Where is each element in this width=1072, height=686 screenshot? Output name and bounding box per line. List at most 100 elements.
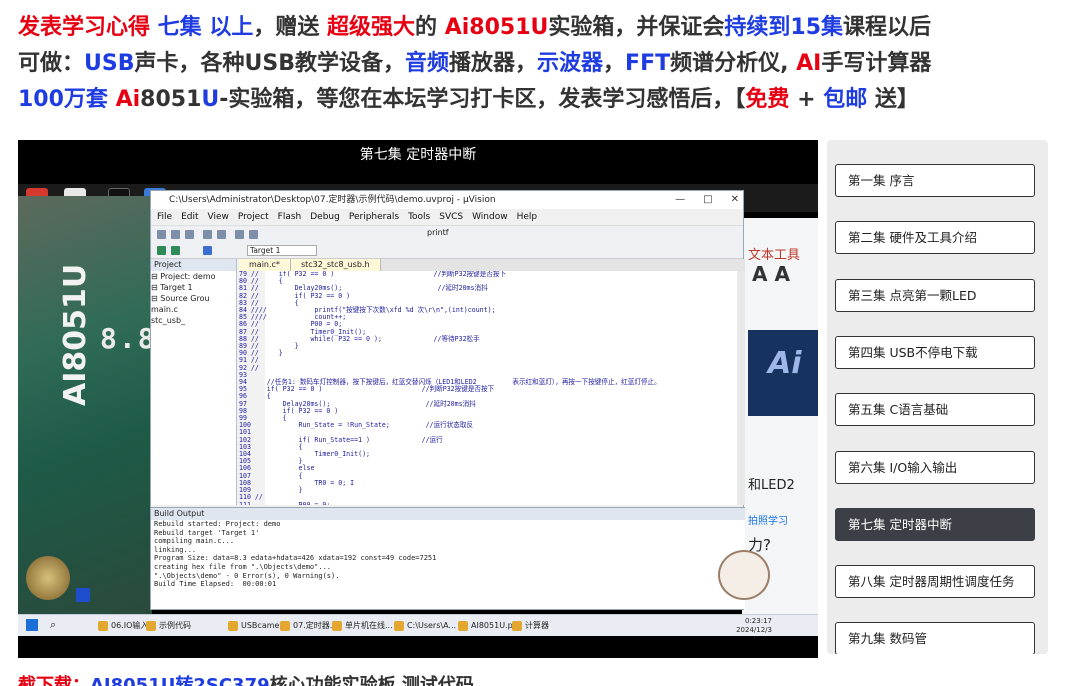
editor-tab[interactable]: stc32_stc8_usb.h bbox=[290, 259, 381, 271]
project-tree-item[interactable]: ⊟ Target 1 bbox=[151, 282, 236, 293]
menu-item-tools[interactable]: Tools bbox=[408, 212, 430, 222]
episode-item-2[interactable]: 第二集 硬件及工具介绍 bbox=[835, 221, 1035, 255]
redo-icon[interactable] bbox=[249, 230, 258, 239]
clock-time: 0:23:17 bbox=[745, 617, 772, 625]
open-icon[interactable] bbox=[171, 230, 180, 239]
menu-item-help[interactable]: Help bbox=[517, 212, 538, 222]
find-text[interactable]: printf bbox=[427, 228, 449, 237]
episode-item-5[interactable]: 第五集 C语言基础 bbox=[835, 393, 1035, 427]
build-output-panel[interactable]: Build Output Rebuild started: Project: d… bbox=[151, 507, 745, 609]
windows-taskbar[interactable]: ⌕ 0:23:17 2024/12/3 06.IO输入... 示例代码 USBcam… bbox=[18, 614, 818, 636]
headline-segment: ， bbox=[603, 51, 626, 76]
download-icon[interactable] bbox=[203, 246, 212, 255]
menu-item-debug[interactable]: Debug bbox=[310, 212, 340, 222]
window-controls[interactable]: — □ ✕ bbox=[657, 191, 739, 209]
menu-item-peripherals[interactable]: Peripherals bbox=[349, 212, 399, 222]
ide-toolbar[interactable]: printf Target 1 bbox=[151, 225, 743, 259]
headline-segment: 频谱分析仪, bbox=[670, 51, 797, 76]
new-file-icon[interactable] bbox=[157, 230, 166, 239]
menu-item-view[interactable]: View bbox=[208, 212, 229, 222]
taskbar-item[interactable]: 单片机在线... bbox=[332, 618, 393, 634]
episode-item-4[interactable]: 第四集 USB不停电下载 bbox=[835, 335, 1035, 369]
headline-segment: + bbox=[789, 87, 824, 112]
menu-item-svcs[interactable]: SVCS bbox=[439, 212, 463, 222]
board-label: AI8051U bbox=[58, 263, 93, 406]
episode-playlist: 第一集 序言 第二集 硬件及工具介绍 第三集 点亮第一颗LED 第四集 USB不停电下… bbox=[827, 140, 1048, 654]
headline-segment: 持续到15集 bbox=[724, 15, 844, 40]
menu-item-file[interactable]: File bbox=[157, 212, 172, 222]
target-select[interactable]: Target 1 bbox=[247, 245, 317, 256]
headline-segment: Ai bbox=[115, 87, 141, 112]
search-icon[interactable]: ⌕ bbox=[50, 618, 56, 632]
editor-scrollbar[interactable] bbox=[737, 271, 745, 505]
project-panel-header: Project bbox=[151, 259, 236, 271]
board-button bbox=[76, 588, 90, 602]
video-title: 第七集 定时器中断 bbox=[359, 147, 477, 163]
headline-segment: 包邮 bbox=[823, 87, 868, 112]
promo-headline: 发表学习心得 七集 以上，赠送 超级强大的 Ai8051U实验箱，并保证会持续到… bbox=[18, 10, 1058, 118]
menu-item-flash[interactable]: Flash bbox=[278, 212, 302, 222]
brand-block: Ai bbox=[748, 330, 818, 416]
headline-segment: Ai8051U bbox=[444, 15, 549, 40]
project-tree[interactable]: ⊟ Project: demo ⊟ Target 1 ⊟ Source Grou… bbox=[151, 271, 236, 326]
video-controls-area[interactable] bbox=[18, 636, 818, 658]
clock-date: 2024/12/3 bbox=[736, 626, 772, 634]
project-tree-item[interactable]: stc_usb_ bbox=[151, 315, 236, 326]
taskbar-item[interactable]: 计算器 bbox=[512, 618, 549, 634]
rebuild-icon[interactable] bbox=[171, 246, 180, 255]
headline-segment: USB bbox=[84, 51, 135, 76]
episode-item-8[interactable]: 第八集 定时器周期性调度任务 bbox=[835, 565, 1035, 599]
editor-tab[interactable]: main.c* bbox=[239, 259, 291, 271]
episode-item-1[interactable]: 第一集 序言 bbox=[835, 164, 1035, 197]
save-icon[interactable] bbox=[185, 230, 194, 239]
headline-segment: 示波器 bbox=[537, 51, 604, 76]
build-icon[interactable] bbox=[157, 246, 166, 255]
taskbar-item[interactable]: 07.定时器... bbox=[280, 618, 337, 634]
headline-segment: 8051 bbox=[140, 87, 202, 112]
project-panel[interactable]: Project ⊟ Project: demo ⊟ Target 1 ⊟ Sou… bbox=[151, 259, 237, 505]
headline-segment: 课程以后 bbox=[843, 15, 932, 40]
episode-item-3[interactable]: 第三集 点亮第一颗LED bbox=[835, 278, 1035, 312]
episode-item-6[interactable]: 第六集 I/O输入输出 bbox=[835, 450, 1035, 484]
code-editor[interactable]: main.c* stc32_stc8_usb.h 79 // if( P32 ==… bbox=[239, 259, 745, 505]
headline-segment: 送】 bbox=[867, 87, 919, 112]
headline-segment: U bbox=[201, 87, 220, 112]
headline-segment: AI bbox=[796, 51, 822, 76]
editor-tabs[interactable]: main.c* stc32_stc8_usb.h bbox=[239, 259, 745, 271]
headline-segment: 免费 bbox=[745, 87, 790, 112]
headline-segment: 手写计算器 bbox=[821, 51, 932, 76]
cut-icon[interactable] bbox=[203, 230, 212, 239]
taskbar-item[interactable]: 示例代码 bbox=[146, 618, 191, 634]
ide-title: C:\Users\Administrator\Desktop\07.定时器\示例… bbox=[169, 195, 496, 205]
taskbar-clock[interactable]: 0:23:17 2024/12/3 bbox=[736, 617, 772, 635]
headline-segment: -实验箱，等您在本坛学习打卡区，发表学习感悟后，【 bbox=[219, 87, 746, 112]
project-tree-item[interactable]: ⊟ Source Grou bbox=[151, 293, 236, 304]
headline-segment: 发表学习心得 bbox=[18, 15, 151, 40]
headline-line-3: 100万套 Ai8051U-实验箱，等您在本坛学习打卡区，发表学习感悟后，【免费… bbox=[18, 82, 1058, 118]
headline-segment: 核心功能实验板 测试代码 bbox=[269, 675, 474, 686]
project-tree-item[interactable]: main.c bbox=[151, 304, 236, 315]
menu-item-window[interactable]: Window bbox=[472, 212, 508, 222]
headline-segment: 100万套 bbox=[18, 87, 116, 112]
copy-icon[interactable] bbox=[217, 230, 226, 239]
font-size-icon: A A bbox=[752, 262, 790, 286]
project-tree-item[interactable]: ⊟ Project: demo bbox=[151, 271, 236, 282]
dev-board-photo: 8.8.8. AI8051U bbox=[18, 196, 211, 614]
build-output-text: Rebuild started: Project: demo Rebuild t… bbox=[154, 520, 437, 589]
maximize-icon[interactable]: □ bbox=[703, 194, 712, 205]
video-player[interactable]: 第七集 定时器中断 8.8.8. AI8051U 文本工具 A A Ai 和LE… bbox=[18, 140, 818, 658]
episode-item-9[interactable]: 第九集 数码管 bbox=[835, 622, 1035, 654]
code-text[interactable]: 79 // if( P32 == 0 ) //判断P32按键是否按下 80 //… bbox=[239, 271, 737, 505]
undo-icon[interactable] bbox=[235, 230, 244, 239]
windows-start-icon[interactable] bbox=[26, 619, 38, 631]
taskbar-item[interactable]: C:\Users\A... bbox=[394, 618, 456, 634]
close-icon[interactable]: ✕ bbox=[731, 194, 739, 205]
taskbar-item[interactable]: USBcamera bbox=[228, 618, 288, 634]
menu-item-project[interactable]: Project bbox=[238, 212, 269, 222]
ide-menu-bar[interactable]: File Edit View Project Flash Debug Peripherals… bbox=[151, 209, 743, 225]
minimize-icon[interactable]: — bbox=[675, 194, 685, 205]
menu-item-edit[interactable]: Edit bbox=[181, 212, 198, 222]
episode-item-7[interactable]: 第七集 定时器中断 bbox=[835, 507, 1035, 541]
headline-segment: FFT bbox=[625, 51, 671, 76]
keil-uvision-window[interactable]: C:\Users\Administrator\Desktop\07.定时器\示例… bbox=[150, 190, 745, 610]
